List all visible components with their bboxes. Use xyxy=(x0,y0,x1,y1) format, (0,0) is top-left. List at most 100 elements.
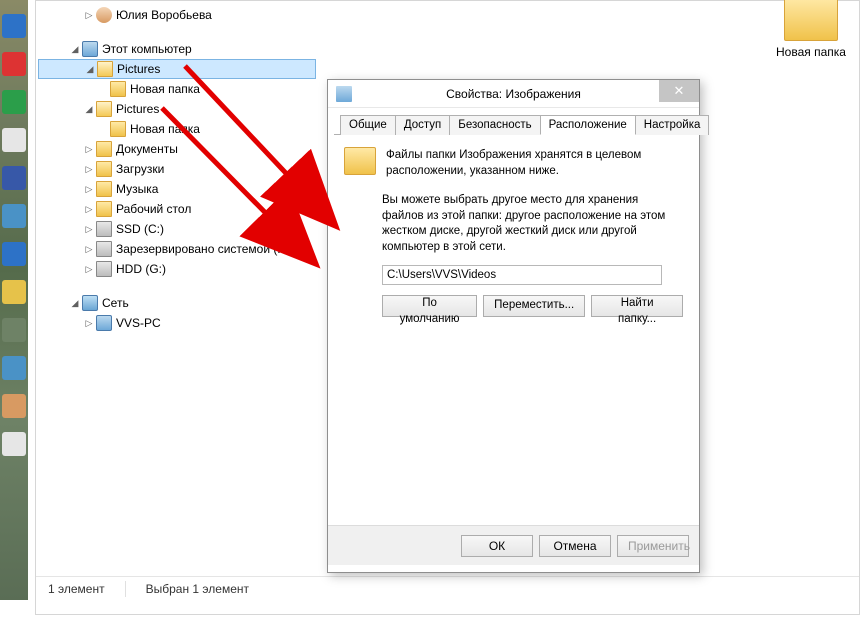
folder-icon xyxy=(110,121,126,137)
drive-icon xyxy=(96,241,112,257)
chevron-right-icon[interactable]: ▷ xyxy=(82,182,96,196)
tree-item[interactable]: ▷ Загрузки xyxy=(38,159,316,179)
path-input[interactable] xyxy=(382,265,662,285)
desktop-shortcut[interactable] xyxy=(2,394,26,418)
tree-item[interactable]: Новая папка xyxy=(38,119,316,139)
desktop-shortcut[interactable] xyxy=(2,280,26,304)
chevron-down-icon[interactable]: ◢ xyxy=(68,296,82,310)
tree-item[interactable]: ▷ SSD (C:) xyxy=(38,219,316,239)
folder-icon xyxy=(96,161,112,177)
tree-label: Этот компьютер xyxy=(102,42,192,56)
computer-icon xyxy=(96,315,112,331)
dialog-footer: ОК Отмена Применить xyxy=(328,525,699,565)
status-bar: 1 элемент Выбран 1 элемент xyxy=(36,576,859,600)
close-button[interactable]: ✕ xyxy=(659,80,699,102)
desktop-shortcut[interactable] xyxy=(2,52,26,76)
tree-item-network-pc[interactable]: ▷ VVS-PC xyxy=(38,313,316,333)
desktop-shortcut[interactable] xyxy=(2,166,26,190)
desktop-shortcut[interactable] xyxy=(2,432,26,456)
info-text: Файлы папки Изображения хранятся в целев… xyxy=(386,147,683,179)
ok-button[interactable]: ОК xyxy=(461,535,533,557)
status-count: 1 элемент xyxy=(48,582,105,596)
desktop-shortcut[interactable] xyxy=(2,90,26,114)
chevron-right-icon[interactable]: ▷ xyxy=(82,142,96,156)
tree-item-user[interactable]: ▷ Юлия Воробьева xyxy=(38,5,316,25)
tree-label: Рабочий стол xyxy=(116,202,191,216)
tree-item[interactable]: ◢ Pictures xyxy=(38,99,316,119)
tab-доступ[interactable]: Доступ xyxy=(395,115,450,135)
tree-label: Новая папка xyxy=(130,122,200,136)
user-icon xyxy=(96,7,112,23)
tab-panel-location: Файлы папки Изображения хранятся в целев… xyxy=(328,135,699,525)
desktop-shortcut[interactable] xyxy=(2,14,26,38)
dialog-title: Свойства: Изображения xyxy=(358,87,699,101)
drive-icon xyxy=(96,221,112,237)
tree-item[interactable]: ▷ Музыка xyxy=(38,179,316,199)
drive-icon xyxy=(96,261,112,277)
tree-item[interactable]: Новая папка xyxy=(38,79,316,99)
tab-strip: ОбщиеДоступБезопасностьРасположениеНастр… xyxy=(334,108,693,135)
tree-item-network[interactable]: ◢ Сеть xyxy=(38,293,316,313)
folder-icon xyxy=(336,86,352,102)
status-selection: Выбран 1 элемент xyxy=(146,582,249,596)
chevron-right-icon[interactable]: ▷ xyxy=(82,242,96,256)
tree-item[interactable]: ▷ HDD (G:) xyxy=(38,259,316,279)
move-button[interactable]: Переместить... xyxy=(483,295,585,317)
folder-icon xyxy=(344,147,376,175)
chevron-down-icon[interactable]: ◢ xyxy=(83,62,97,76)
folder-open-icon xyxy=(97,61,113,77)
cancel-button[interactable]: Отмена xyxy=(539,535,611,557)
tab-общие[interactable]: Общие xyxy=(340,115,396,135)
tree-label: Музыка xyxy=(116,182,158,196)
desktop-shortcut[interactable] xyxy=(2,356,26,380)
tree-label: SSD (C:) xyxy=(116,222,164,236)
desktop-shortcut[interactable] xyxy=(2,242,26,266)
tree-label: Загрузки xyxy=(116,162,164,176)
tree-item[interactable]: ▷Документы xyxy=(38,139,316,159)
computer-icon xyxy=(82,41,98,57)
tab-безопасность[interactable]: Безопасность xyxy=(449,115,540,135)
properties-dialog: Свойства: Изображения ✕ ОбщиеДоступБезоп… xyxy=(327,79,700,573)
find-target-button[interactable]: Найти папку... xyxy=(591,295,683,317)
tree-item[interactable]: ◢ Pictures xyxy=(38,59,316,79)
folder-item[interactable]: Новая папка xyxy=(768,0,854,59)
dialog-titlebar[interactable]: Свойства: Изображения ✕ xyxy=(328,80,699,108)
chevron-right-icon[interactable]: ▷ xyxy=(82,8,96,22)
folder-icon xyxy=(110,81,126,97)
apply-button[interactable]: Применить xyxy=(617,535,689,557)
network-icon xyxy=(82,295,98,311)
folder-open-icon xyxy=(96,101,112,117)
folder-icon xyxy=(96,141,112,157)
chevron-right-icon[interactable]: ▷ xyxy=(82,202,96,216)
chevron-right-icon[interactable]: ▷ xyxy=(82,316,96,330)
tree-label: Pictures xyxy=(116,102,159,116)
tree-item-computer[interactable]: ◢ Этот компьютер xyxy=(38,39,316,59)
tree-label: Pictures xyxy=(117,62,160,76)
tab-настройка[interactable]: Настройка xyxy=(635,115,710,135)
tree-label: Зарезервировано системой (F:) xyxy=(116,242,292,256)
folder-icon xyxy=(96,201,112,217)
tree-item[interactable]: ▷ Зарезервировано системой (F:) xyxy=(38,239,316,259)
navigation-tree[interactable]: ▷ Юлия Воробьева ◢ Этот компьютер ◢ Pictu… xyxy=(36,1,316,576)
desktop-shortcut[interactable] xyxy=(2,318,26,342)
desktop-edge xyxy=(0,0,28,600)
restore-default-button[interactable]: По умолчанию xyxy=(382,295,477,317)
description-text: Вы можете выбрать другое место для хране… xyxy=(382,193,683,255)
chevron-right-icon[interactable]: ▷ xyxy=(82,222,96,236)
tree-label: Сеть xyxy=(102,296,129,310)
tree-label: VVS-PC xyxy=(116,316,161,330)
tree-label: Юлия Воробьева xyxy=(116,8,212,22)
close-icon: ✕ xyxy=(674,83,685,99)
tree-label: HDD (G:) xyxy=(116,262,166,276)
chevron-right-icon[interactable]: ▷ xyxy=(82,162,96,176)
folder-icon xyxy=(96,181,112,197)
folder-name: Новая папка xyxy=(768,45,854,59)
desktop-shortcut[interactable] xyxy=(2,204,26,228)
tab-расположение[interactable]: Расположение xyxy=(540,115,636,135)
desktop-shortcut[interactable] xyxy=(2,128,26,152)
chevron-down-icon[interactable]: ◢ xyxy=(68,42,82,56)
chevron-down-icon[interactable]: ◢ xyxy=(82,102,96,116)
chevron-right-icon[interactable]: ▷ xyxy=(82,262,96,276)
tree-item[interactable]: ▷ Рабочий стол xyxy=(38,199,316,219)
folder-icon xyxy=(784,0,838,41)
